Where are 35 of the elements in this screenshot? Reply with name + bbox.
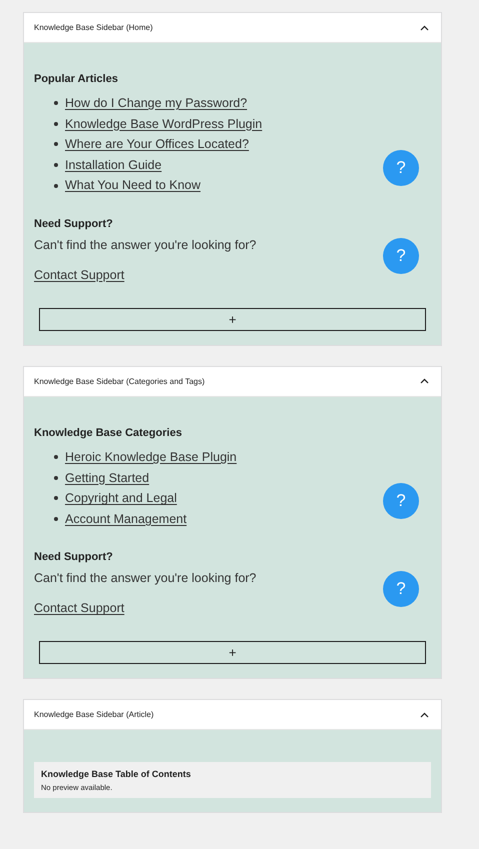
widget-heading: Need Support?: [34, 218, 114, 230]
bullet-icon: [54, 101, 58, 106]
add-block-button[interactable]: +: [39, 641, 426, 664]
collapse-caret-icon[interactable]: [420, 712, 429, 718]
bullet-icon: [54, 122, 58, 126]
bullet-icon: [54, 496, 58, 500]
bullet-icon: [54, 517, 58, 522]
collapse-caret-icon[interactable]: [420, 24, 429, 30]
contact-support-link[interactable]: Contact Support: [34, 601, 124, 616]
article-link[interactable]: Knowledge Base WordPress Plugin: [65, 114, 262, 134]
contact-support-link[interactable]: Contact Support: [34, 268, 124, 282]
panel-title: Knowledge Base Sidebar (Article): [34, 710, 154, 720]
article-link[interactable]: Installation Guide: [65, 154, 162, 176]
article-link[interactable]: Getting Started: [65, 468, 150, 488]
bullet-icon: [54, 142, 58, 146]
widget-heading: Knowledge Base Table of Contents: [41, 769, 192, 780]
widget-heading: Need Support?: [34, 551, 114, 564]
article-link[interactable]: Where are Your Offices Located?: [65, 134, 249, 155]
article-link[interactable]: Copyright and Legal: [65, 488, 177, 509]
article-link[interactable]: How do I Change my Password?: [65, 93, 248, 114]
bullet-icon: [54, 476, 58, 480]
article-link[interactable]: Account Management: [65, 508, 187, 530]
panel-title: Knowledge Base Sidebar (Categories and Tags): [34, 376, 205, 386]
support-text: Can't find the answer you're looking for?: [34, 571, 258, 586]
bullet-icon: [54, 163, 58, 168]
collapse-caret-icon[interactable]: [420, 378, 429, 384]
article-link[interactable]: Heroic Knowledge Base Plugin: [65, 446, 237, 468]
add-block-button[interactable]: +: [39, 308, 426, 331]
panel-title: Knowledge Base Sidebar (Home): [34, 23, 153, 32]
support-text: Can't find the answer you're looking for?: [34, 238, 258, 252]
widget-heading: Knowledge Base Categories: [34, 426, 183, 439]
bullet-icon: [54, 184, 58, 188]
bullet-icon: [54, 455, 58, 460]
article-link[interactable]: What You Need to Know: [65, 175, 201, 196]
widget-heading: Popular Articles: [34, 73, 119, 85]
